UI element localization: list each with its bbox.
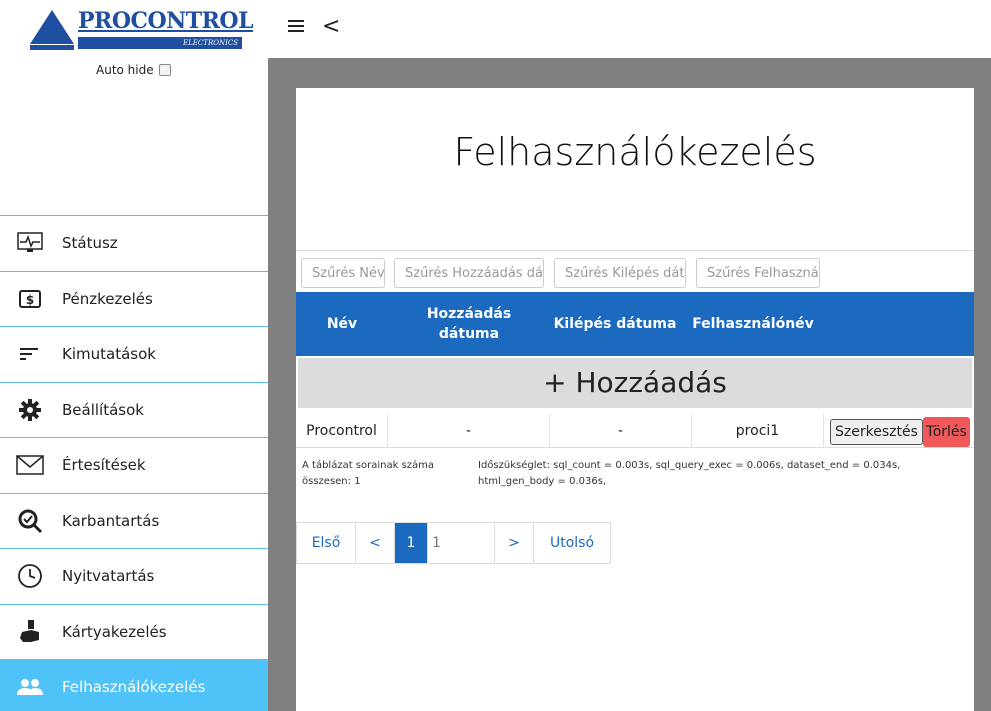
sidebar-item-maintenance[interactable]: Karbantartás	[0, 492, 268, 549]
page-title: Felhasználókezelés	[453, 130, 817, 174]
back-button[interactable]: <	[322, 14, 340, 39]
add-user-button[interactable]: + Hozzáadás	[298, 358, 972, 408]
sidebar-item-status[interactable]: Státusz	[0, 215, 268, 271]
sidebar-item-label: Kártyakezelés	[62, 622, 167, 641]
top-bar: <	[268, 0, 991, 58]
sidebar-item-cards[interactable]: Kártyakezelés	[0, 603, 268, 660]
main-panel: Felhasználókezelés Szűrés Név Szűrés Hoz…	[296, 88, 974, 711]
prev-page-button[interactable]: <	[355, 522, 395, 564]
filter-username-input[interactable]: Szűrés Felhasználónév	[696, 258, 820, 288]
sidebar-item-label: Értesítések	[62, 456, 146, 475]
hamburger-icon[interactable]	[288, 20, 304, 34]
users-icon	[14, 675, 46, 699]
column-header-exit-date[interactable]: Kilépés dátuma	[544, 292, 686, 356]
envelope-icon	[14, 453, 46, 477]
sidebar-item-label: Felhasználókezelés	[62, 678, 206, 697]
clock-icon	[14, 564, 46, 589]
filter-name-input[interactable]: Szűrés Név	[301, 258, 385, 288]
filter-exit-date-input[interactable]: Szűrés Kilépés dátuma	[554, 258, 686, 288]
column-header-name[interactable]: Név	[296, 292, 388, 356]
table-header: Név Hozzáadás dátuma Kilépés dátuma Felh…	[296, 292, 974, 356]
first-page-button[interactable]: Első	[296, 522, 356, 564]
next-page-button[interactable]: >	[494, 522, 534, 564]
gear-icon	[14, 398, 46, 422]
cell-exit-date: -	[550, 414, 692, 448]
pagination: Első < 1 1 > Utolsó	[296, 522, 611, 564]
sort-lines-icon	[14, 342, 46, 366]
dollar-icon: $	[14, 287, 46, 311]
edit-button[interactable]: Szerkesztés	[830, 419, 923, 445]
monitor-pulse-icon	[14, 231, 46, 255]
auto-hide-label: Auto hide	[96, 63, 154, 77]
sidebar-item-label: Kimutatások	[62, 345, 156, 364]
sidebar-item-reports[interactable]: Kimutatások	[0, 326, 268, 382]
logo-brand: PROCONTROL	[78, 8, 254, 34]
logo-triangle-icon	[30, 10, 74, 44]
column-header-username[interactable]: Felhasználónév	[684, 292, 822, 356]
cell-username: proci1	[692, 414, 824, 448]
sidebar-item-money[interactable]: $ Pénzkezelés	[0, 270, 268, 327]
search-check-icon	[14, 509, 46, 533]
sidebar-item-label: Pénzkezelés	[62, 289, 153, 308]
sidebar-item-notifications[interactable]: Értesítések	[0, 437, 268, 493]
last-page-button[interactable]: Utolsó	[533, 522, 611, 564]
cell-name: Procontrol	[296, 414, 388, 448]
sidebar-item-label: Karbantartás	[62, 511, 160, 530]
sidebar-item-users[interactable]: Felhasználókezelés	[0, 659, 268, 711]
filter-added-date-input[interactable]: Szűrés Hozzáadás dátuma	[394, 258, 544, 288]
column-header-added-date[interactable]: Hozzáadás dátuma	[414, 292, 524, 356]
procontrol-logo[interactable]: PROCONTROL ELECTRONICS	[30, 8, 254, 52]
row-count-text: A táblázat sorainak száma összesen: 1	[302, 460, 435, 487]
sidebar-item-settings[interactable]: Beállítások	[0, 381, 268, 438]
sidebar-item-label: Státusz	[62, 234, 118, 253]
svg-text:$: $	[26, 293, 34, 307]
auto-hide-checkbox[interactable]	[158, 64, 171, 76]
table-row: Procontrol - - proci1 Szerkesztés Törlés	[296, 414, 974, 448]
logo-subtitle: ELECTRONICS	[78, 37, 242, 49]
sidebar-item-label: Nyitvatartás	[62, 567, 155, 586]
hand-card-icon	[14, 619, 46, 644]
auto-hide: Auto hide	[96, 63, 171, 77]
timing-text: Időszükséglet: sql_count = 0.003s, sql_q…	[478, 460, 901, 487]
current-page[interactable]: 1	[394, 522, 428, 564]
cell-added-date: -	[388, 414, 550, 448]
sidebar-item-label: Beállítások	[62, 400, 144, 419]
page-number-input[interactable]: 1	[427, 522, 495, 564]
sidebar: PROCONTROL ELECTRONICS Auto hide Státusz…	[0, 0, 268, 711]
delete-button[interactable]: Törlés	[923, 417, 970, 447]
sidebar-item-opening-hours[interactable]: Nyitvatartás	[0, 548, 268, 604]
sidebar-menu: Státusz $ Pénzkezelés Kimutatások Beállí…	[0, 215, 268, 711]
filter-row: Szűrés Név Szűrés Hozzáadás dátuma Szűré…	[296, 250, 974, 292]
